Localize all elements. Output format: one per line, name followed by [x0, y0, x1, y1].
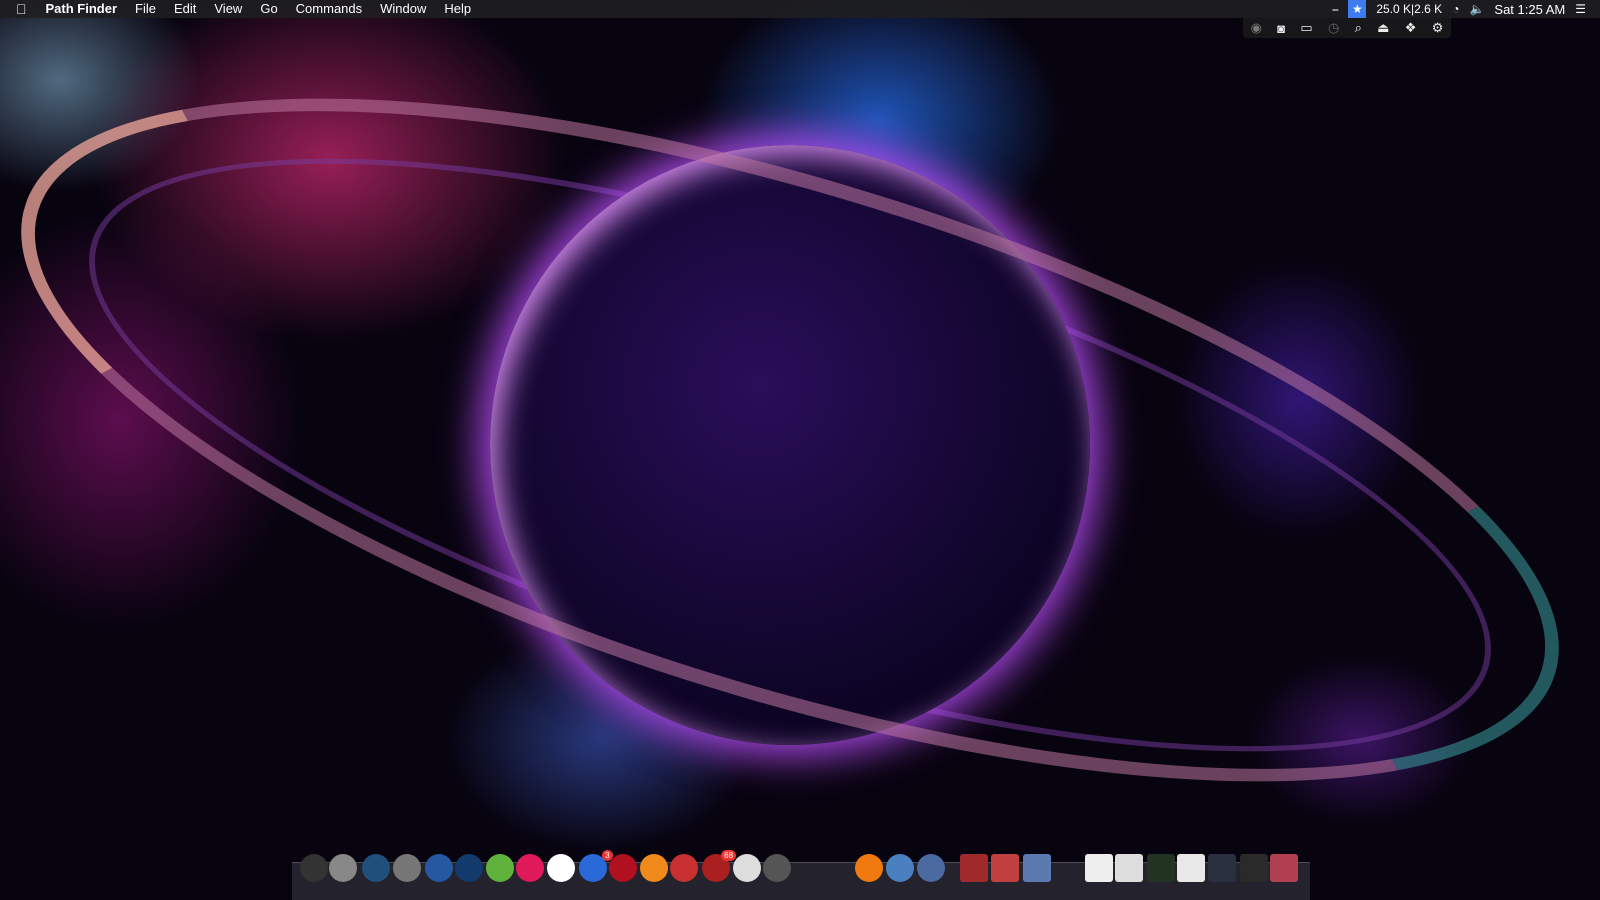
menu-help[interactable]: Help — [435, 0, 480, 18]
dock-screenshot-app-icon[interactable] — [1023, 854, 1052, 882]
eject-icon[interactable]: ⏏ — [1377, 20, 1389, 36]
dock-christmas-folder-2-icon[interactable] — [990, 854, 1019, 882]
dock-window-4-icon[interactable] — [1177, 854, 1206, 882]
dock-launchpad-icon[interactable] — [362, 854, 391, 882]
dock-santa-icon[interactable] — [670, 854, 699, 882]
dock-window-5-icon[interactable] — [1207, 854, 1236, 882]
dock-ibooks-icon[interactable] — [639, 854, 668, 882]
apple-menu-icon[interactable]:  — [0, 0, 37, 18]
app-menu[interactable]: Path Finder — [37, 0, 127, 18]
desktop-wallpaper — [0, 0, 1600, 900]
time-machine-icon[interactable]: ◷ — [1328, 20, 1339, 36]
menu-view[interactable]: View — [205, 0, 251, 18]
dock-molecule-app-icon[interactable] — [885, 854, 914, 882]
dock-window-6-icon[interactable] — [1239, 854, 1268, 882]
dock-x-app-icon[interactable] — [300, 854, 329, 882]
sync-icon[interactable]: ◔ — [1452, 2, 1459, 16]
dock-trash-icon[interactable] — [1270, 854, 1299, 882]
menu-bar-tray: ◉ ◙ ▭ ◷ ⌕ ⏏ ❖ ⚙ — [1243, 18, 1451, 38]
menu-window[interactable]: Window — [371, 0, 435, 18]
dock-icons: 3 68 — [0, 844, 1600, 900]
dock-utorrent-icon[interactable] — [485, 854, 514, 882]
dock-media-player-icon[interactable] — [855, 854, 884, 882]
dock-snowman-icon[interactable] — [732, 854, 761, 882]
dock-window-2-icon[interactable] — [1115, 854, 1144, 882]
dock-window-1-icon[interactable] — [1084, 854, 1113, 882]
timer-icon[interactable]: ◙ — [1277, 21, 1285, 36]
dock-direct-mail-icon[interactable] — [392, 854, 421, 882]
menu-edit[interactable]: Edit — [165, 0, 205, 18]
dock-window-3-icon[interactable] — [1146, 854, 1175, 882]
menu-go[interactable]: Go — [251, 0, 286, 18]
dock-scanner-icon[interactable] — [455, 854, 484, 882]
overflow-icon[interactable]: ⎯ — [1332, 2, 1338, 17]
dock-quicktime-icon[interactable] — [328, 854, 357, 882]
menu-file[interactable]: File — [126, 0, 165, 18]
app-icon[interactable]: ◉ — [1251, 20, 1262, 36]
dock-christmas-folder-1-icon[interactable] — [960, 854, 989, 882]
star-icon[interactable]: ★ — [1348, 0, 1367, 18]
gear-icon[interactable]: ⚙ — [1432, 20, 1444, 36]
menu-bar:  Path Finder File Edit View Go Commands… — [0, 0, 1600, 18]
volume-icon[interactable]: 🔈 — [1469, 2, 1484, 16]
airplay-icon[interactable]: ▭ — [1300, 20, 1312, 36]
dock-mickey-icon[interactable]: 68 — [702, 850, 737, 882]
network-monitor[interactable]: 25.0 K|2.6 K — [1376, 2, 1442, 16]
dropbox-icon[interactable]: ❖ — [1405, 20, 1417, 36]
search-icon[interactable]: ⌕ — [1355, 20, 1362, 36]
menu-commands[interactable]: Commands — [287, 0, 371, 18]
dock-preview-icon[interactable] — [917, 854, 946, 882]
dock-firefox-icon[interactable] — [424, 854, 453, 882]
notification-center-icon[interactable]: ☰ — [1575, 2, 1586, 16]
dock-app-store-icon[interactable]: 3 — [578, 850, 613, 882]
dock-flickr-white-icon[interactable] — [547, 854, 575, 882]
clock[interactable]: Sat 1:25 AM — [1494, 2, 1565, 17]
dock-system-preferences-icon[interactable] — [763, 854, 792, 882]
dock-badge: 68 — [721, 850, 737, 861]
dock-music-boot-icon[interactable] — [609, 854, 638, 882]
dock-flickr-pink-icon[interactable] — [516, 854, 545, 882]
